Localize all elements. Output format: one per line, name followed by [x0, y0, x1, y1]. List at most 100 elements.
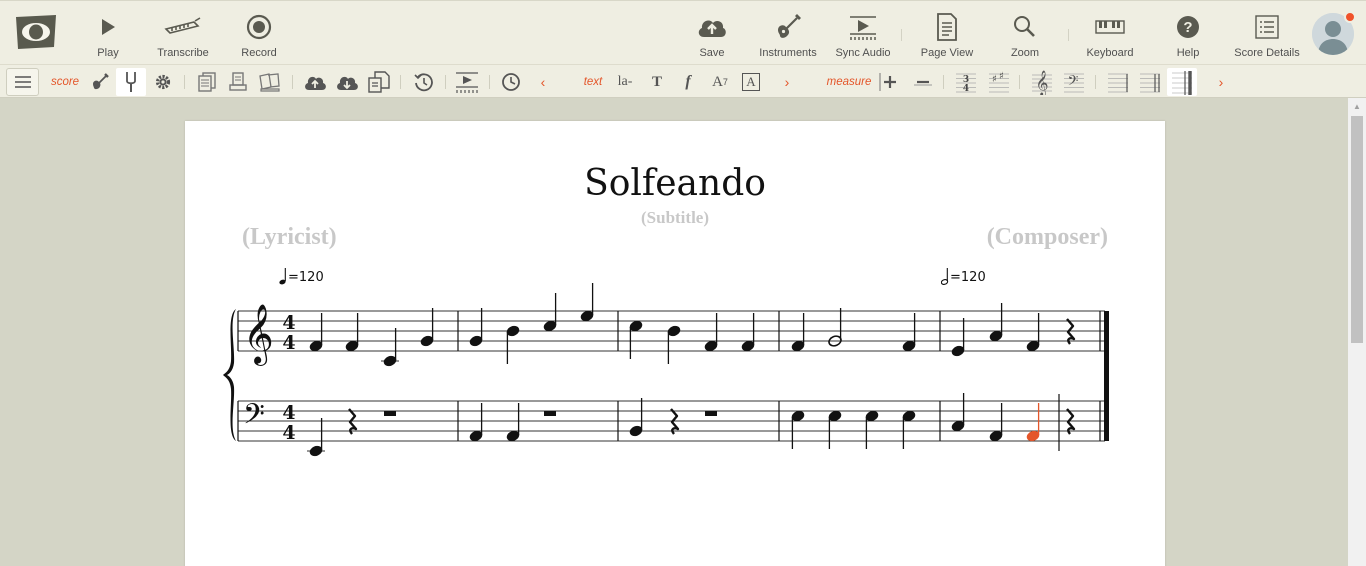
search-icon	[1005, 8, 1045, 46]
note[interactable]	[506, 324, 521, 364]
svg-text:4: 4	[963, 84, 969, 93]
settings-button[interactable]	[149, 68, 177, 96]
transcribe-button[interactable]: Transcribe	[153, 1, 213, 65]
instruments-button[interactable]: Instruments	[756, 1, 820, 65]
scrollbar-thumb[interactable]	[1351, 116, 1363, 343]
scroll-up-arrow[interactable]: ▲	[1348, 98, 1366, 114]
keyboard-label: Keyboard	[1086, 47, 1134, 59]
tuning-fork-button[interactable]	[116, 68, 146, 96]
sync-audio-button[interactable]: Sync Audio	[833, 1, 893, 65]
final-barline	[1104, 311, 1109, 441]
cloud-upload-button[interactable]	[301, 68, 329, 96]
transcribe-label: Transcribe	[157, 47, 209, 59]
instrument-tool-button[interactable]	[86, 68, 114, 96]
books-button[interactable]	[256, 68, 284, 96]
note[interactable]	[1026, 403, 1041, 443]
logo-eye-icon[interactable]	[14, 13, 58, 51]
export-button[interactable]	[365, 68, 393, 96]
note[interactable]	[309, 313, 324, 353]
dynamics-button[interactable]: f	[674, 68, 702, 96]
notification-dot	[1344, 11, 1356, 23]
save-button[interactable]: Save	[692, 1, 732, 65]
double-barline-button[interactable]	[1136, 68, 1164, 96]
note[interactable]	[828, 308, 843, 348]
score-title[interactable]: Solfeando	[185, 163, 1165, 204]
score-details-button[interactable]: Score Details	[1232, 1, 1302, 65]
cloud-download-button[interactable]	[333, 68, 361, 96]
double-barline-icon	[1140, 73, 1160, 93]
note[interactable]	[543, 293, 558, 333]
note[interactable]	[902, 313, 917, 353]
note[interactable]	[667, 324, 682, 364]
sync-audio-icon	[843, 8, 883, 46]
note[interactable]	[420, 308, 435, 348]
toolbar-divider	[184, 75, 185, 89]
print-button[interactable]	[224, 68, 252, 96]
note[interactable]	[629, 319, 644, 359]
treble-clef-button[interactable]: 𝄞	[1028, 68, 1056, 96]
zoom-button[interactable]: Zoom	[1005, 1, 1045, 65]
play-button[interactable]: Play	[88, 1, 128, 65]
final-barline-button[interactable]	[1167, 68, 1197, 96]
key-signature-button[interactable]: ♯ ♯	[985, 68, 1013, 96]
add-measure-button[interactable]	[876, 68, 904, 96]
key-signature-icon: ♯ ♯	[989, 71, 1009, 93]
rehearsal-mark-button[interactable]: A	[737, 68, 765, 96]
playback-sync-button[interactable]	[453, 68, 481, 96]
help-button[interactable]: ? Help	[1168, 1, 1208, 65]
copy-pages-button[interactable]	[193, 68, 221, 96]
measure-next-arrow[interactable]: ›	[1213, 68, 1229, 96]
svg-text:𝄞: 𝄞	[1035, 70, 1048, 95]
toolbar-divider	[1019, 75, 1020, 89]
note[interactable]	[506, 403, 521, 443]
help-icon: ?	[1168, 8, 1208, 46]
note[interactable]	[741, 313, 756, 353]
note[interactable]	[791, 313, 806, 353]
chord-symbol-button[interactable]: A7	[706, 68, 734, 96]
tuning-fork-icon	[126, 72, 136, 92]
note[interactable]	[951, 393, 966, 433]
note[interactable]	[1026, 313, 1041, 353]
svg-text:4: 4	[282, 422, 295, 444]
single-barline-button[interactable]	[1104, 68, 1132, 96]
pages-icon	[198, 72, 216, 92]
keyboard-button[interactable]: Keyboard	[1082, 1, 1138, 65]
note[interactable]	[345, 313, 360, 353]
treble-clef: 𝄞	[243, 304, 274, 366]
remove-measure-button[interactable]	[909, 68, 937, 96]
note[interactable]	[580, 283, 595, 323]
note[interactable]	[989, 403, 1004, 443]
tempo-button[interactable]	[497, 68, 525, 96]
page-view-button[interactable]: Page View	[918, 1, 976, 65]
text-tool-button[interactable]: T	[643, 68, 671, 96]
note[interactable]	[989, 303, 1004, 343]
vertical-scrollbar[interactable]: ▲	[1348, 98, 1366, 566]
note[interactable]	[865, 409, 880, 449]
note[interactable]	[791, 409, 806, 449]
time-signature-button[interactable]: 3 4	[952, 68, 980, 96]
cloud-download-icon	[337, 76, 358, 90]
score-page[interactable]: Solfeando (Subtitle) (Lyricist) (Compose…	[185, 121, 1165, 566]
music-notation[interactable]: 𝄞 𝄢 4 4 4 4	[185, 281, 1165, 461]
bass-clef-button[interactable]: 𝄢	[1060, 68, 1088, 96]
lyrics-button[interactable]: la-	[611, 68, 639, 96]
note[interactable]	[951, 318, 966, 358]
note[interactable]	[704, 313, 719, 353]
record-button[interactable]: Record	[234, 1, 284, 65]
text-prev-arrow[interactable]: ‹	[535, 68, 551, 96]
note[interactable]	[629, 398, 644, 438]
half-rest	[384, 411, 396, 416]
score-composer[interactable]: (Composer)	[987, 224, 1108, 251]
history-button[interactable]	[410, 68, 438, 96]
note[interactable]	[469, 308, 484, 348]
score-lyricist[interactable]: (Lyricist)	[242, 224, 337, 251]
page-view-label: Page View	[920, 47, 974, 59]
note[interactable]	[828, 409, 843, 449]
hamburger-menu-button[interactable]	[6, 68, 39, 96]
editing-toolbar: score ‹ text la- T f A7 A › measure 3 4 …	[0, 64, 1366, 98]
text-next-arrow[interactable]: ›	[779, 68, 795, 96]
note[interactable]	[307, 418, 325, 458]
note[interactable]	[381, 328, 399, 368]
note[interactable]	[902, 409, 917, 449]
note[interactable]	[469, 403, 484, 443]
